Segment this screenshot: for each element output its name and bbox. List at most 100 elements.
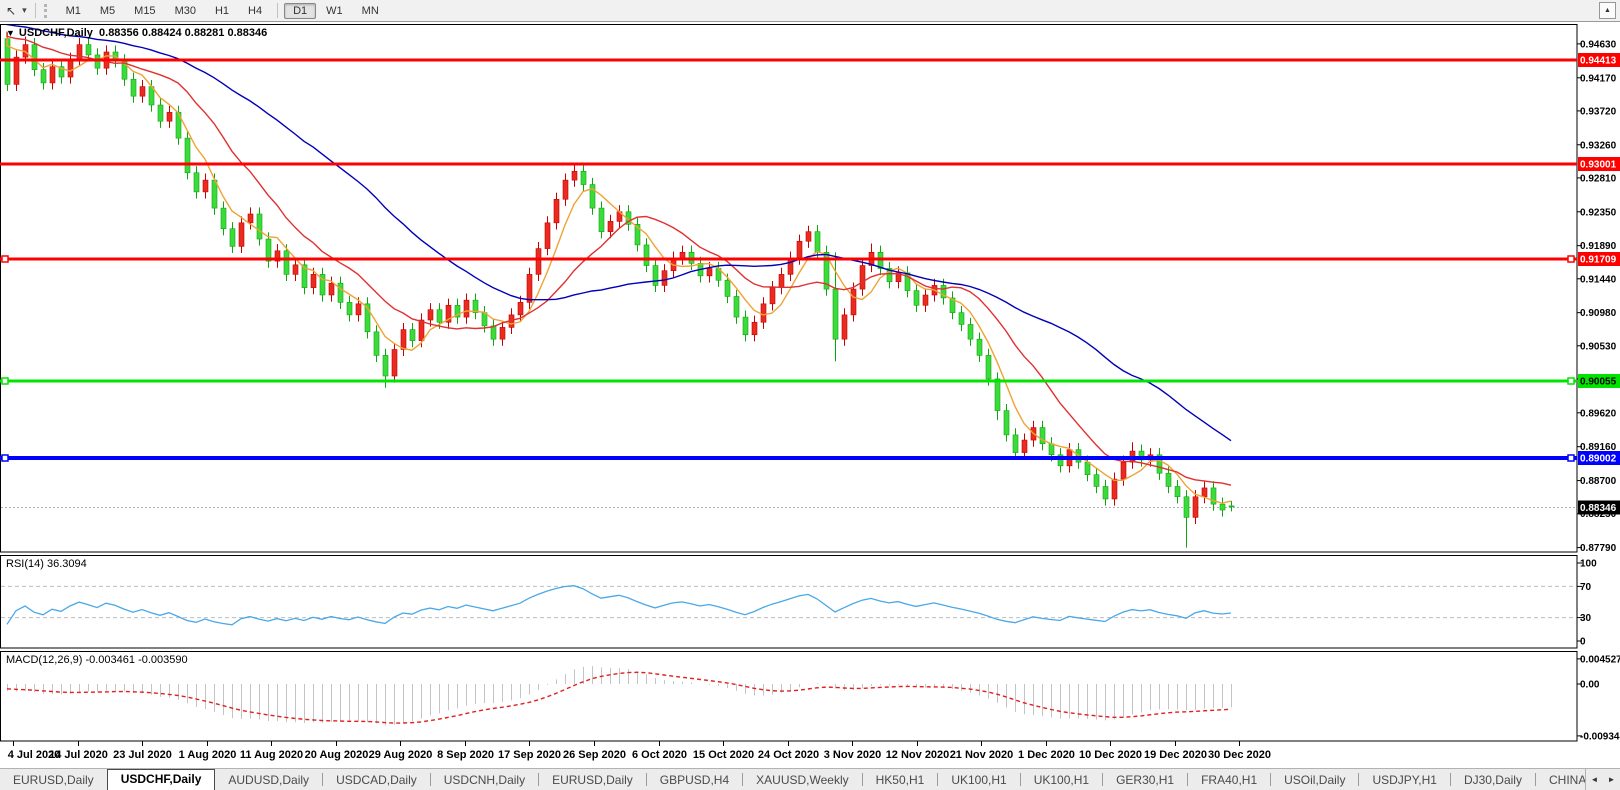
tab-eurusd-daily[interactable]: EURUSD,Daily bbox=[0, 771, 107, 790]
timeframe-button-m30[interactable]: M30 bbox=[166, 3, 205, 19]
candle-body bbox=[572, 171, 577, 180]
line-selection-marker[interactable] bbox=[2, 256, 8, 262]
tab-usdcad-daily[interactable]: USDCAD,Daily bbox=[323, 771, 430, 790]
candle-body bbox=[779, 274, 784, 287]
candle-body bbox=[230, 229, 235, 247]
candle-body bbox=[923, 295, 928, 305]
timeframe-button-w1[interactable]: W1 bbox=[317, 3, 352, 19]
line-selection-marker[interactable] bbox=[1568, 256, 1574, 262]
tab-uk100-h1[interactable]: UK100,H1 bbox=[1021, 771, 1102, 790]
candle-body bbox=[329, 283, 334, 295]
tab-uk100-h1[interactable]: UK100,H1 bbox=[938, 771, 1019, 790]
svg-text:1 Aug 2020: 1 Aug 2020 bbox=[179, 749, 237, 761]
tab-hk50-h1[interactable]: HK50,H1 bbox=[863, 771, 938, 790]
svg-text:20 Aug 2020: 20 Aug 2020 bbox=[305, 749, 369, 761]
candle-body bbox=[518, 302, 523, 315]
svg-text:70: 70 bbox=[1580, 582, 1592, 593]
timeframe-button-h4[interactable]: H4 bbox=[239, 3, 271, 19]
timeframe-button-m1[interactable]: M1 bbox=[57, 3, 90, 19]
tab-audusd-daily[interactable]: AUDUSD,Daily bbox=[215, 771, 322, 790]
candle-body bbox=[464, 300, 469, 317]
tab-china300-h1[interactable]: CHINA300,H1 bbox=[1536, 771, 1585, 790]
candle-body bbox=[662, 271, 667, 286]
svg-text:30 Dec 2020: 30 Dec 2020 bbox=[1208, 749, 1271, 761]
tab-dj30-daily[interactable]: DJ30,Daily bbox=[1451, 771, 1535, 790]
cursor-tool-icon[interactable]: ↖ bbox=[3, 4, 19, 18]
candle-body bbox=[194, 173, 199, 192]
candle-body bbox=[959, 313, 964, 325]
svg-text:0.88346: 0.88346 bbox=[1580, 503, 1617, 514]
tab-xauusd-weekly[interactable]: XAUUSD,Weekly bbox=[743, 771, 861, 790]
timeframe-button-m5[interactable]: M5 bbox=[91, 3, 124, 19]
svg-text:0.93720: 0.93720 bbox=[1580, 106, 1617, 117]
date-axis[interactable]: 4 Jul 202014 Jul 202023 Jul 20201 Aug 20… bbox=[8, 741, 1271, 761]
svg-text:23 Jul 2020: 23 Jul 2020 bbox=[113, 749, 172, 761]
candle-body bbox=[1112, 479, 1117, 499]
svg-text:0.92810: 0.92810 bbox=[1580, 173, 1617, 184]
tab-fra40-h1[interactable]: FRA40,H1 bbox=[1188, 771, 1270, 790]
tab-ger30-h1[interactable]: GER30,H1 bbox=[1103, 771, 1187, 790]
candle-body bbox=[1013, 435, 1018, 453]
candle-body bbox=[761, 304, 766, 322]
macd-pane-canvas[interactable] bbox=[1, 652, 1578, 742]
timeframe-button-d1[interactable]: D1 bbox=[284, 3, 316, 19]
svg-text:0.89620: 0.89620 bbox=[1580, 408, 1617, 419]
tab-gbpusd-h4[interactable]: GBPUSD,H4 bbox=[647, 771, 742, 790]
timeframe-button-m15[interactable]: M15 bbox=[125, 3, 164, 19]
candle-body bbox=[347, 302, 352, 315]
candle-body bbox=[968, 324, 973, 339]
candle-body bbox=[140, 87, 145, 97]
svg-text:14 Jul 2020: 14 Jul 2020 bbox=[49, 749, 108, 761]
candle-body bbox=[725, 280, 730, 296]
candle-body bbox=[257, 214, 262, 239]
tab-usdjpy-h1[interactable]: USDJPY,H1 bbox=[1359, 771, 1449, 790]
tab-usdcnh-daily[interactable]: USDCNH,Daily bbox=[431, 771, 538, 790]
candle-body bbox=[752, 322, 757, 335]
svg-text:0.88700: 0.88700 bbox=[1580, 476, 1617, 487]
svg-text:0.94170: 0.94170 bbox=[1580, 73, 1617, 84]
tab-eurusd-daily[interactable]: EURUSD,Daily bbox=[539, 771, 646, 790]
toolbar-grip[interactable] bbox=[44, 4, 50, 18]
candle-body bbox=[797, 241, 802, 258]
candle-body bbox=[545, 223, 550, 249]
timeframe-button-mn[interactable]: MN bbox=[353, 3, 388, 19]
candle-body bbox=[815, 232, 820, 253]
candle-body bbox=[86, 45, 91, 55]
candle-body bbox=[986, 355, 991, 379]
chevron-down-icon[interactable]: ▾ bbox=[20, 5, 29, 16]
tab-scroll-arrows: ◄ ► bbox=[1585, 769, 1620, 790]
svg-text:19 Dec 2020: 19 Dec 2020 bbox=[1144, 749, 1207, 761]
candle-body bbox=[1022, 440, 1027, 453]
candle-body bbox=[500, 327, 505, 339]
candle-body bbox=[1004, 411, 1009, 435]
chart-area[interactable]: 0.946300.941700.937200.932600.928100.923… bbox=[0, 22, 1620, 768]
line-selection-marker[interactable] bbox=[2, 455, 8, 461]
main-chart-canvas[interactable] bbox=[1, 25, 1578, 553]
candle-body bbox=[536, 249, 541, 275]
candle-body bbox=[653, 266, 658, 286]
candle-body bbox=[383, 355, 388, 376]
svg-text:0.94413: 0.94413 bbox=[1580, 56, 1617, 67]
candle-body bbox=[1049, 444, 1054, 455]
candle-body bbox=[374, 332, 379, 356]
line-selection-marker[interactable] bbox=[1568, 455, 1574, 461]
tab-scroll-right-icon[interactable]: ► bbox=[1603, 769, 1620, 790]
svg-text:0.87790: 0.87790 bbox=[1580, 543, 1617, 554]
line-selection-marker[interactable] bbox=[1568, 378, 1574, 384]
line-selection-marker[interactable] bbox=[2, 378, 8, 384]
tab-usoil-daily[interactable]: USOil,Daily bbox=[1271, 771, 1358, 790]
svg-text:0.90055: 0.90055 bbox=[1580, 377, 1617, 388]
candle-body bbox=[527, 274, 532, 302]
candle-body bbox=[1094, 475, 1099, 487]
tab-scroll-left-icon[interactable]: ◄ bbox=[1586, 769, 1603, 790]
candle-body bbox=[356, 304, 361, 315]
candle-body bbox=[293, 265, 298, 275]
price-axis[interactable]: 0.946300.941700.937200.932600.928100.923… bbox=[1577, 39, 1617, 554]
toolbar-separator bbox=[35, 3, 36, 18]
svg-text:0.004527: 0.004527 bbox=[1580, 654, 1620, 665]
rsi-pane-canvas[interactable] bbox=[1, 556, 1578, 649]
scroll-up-button[interactable]: ▲ bbox=[1599, 2, 1616, 19]
svg-text:0.90980: 0.90980 bbox=[1580, 308, 1617, 319]
tab-usdchf-daily[interactable]: USDCHF,Daily bbox=[107, 769, 216, 790]
timeframe-button-h1[interactable]: H1 bbox=[206, 3, 238, 19]
